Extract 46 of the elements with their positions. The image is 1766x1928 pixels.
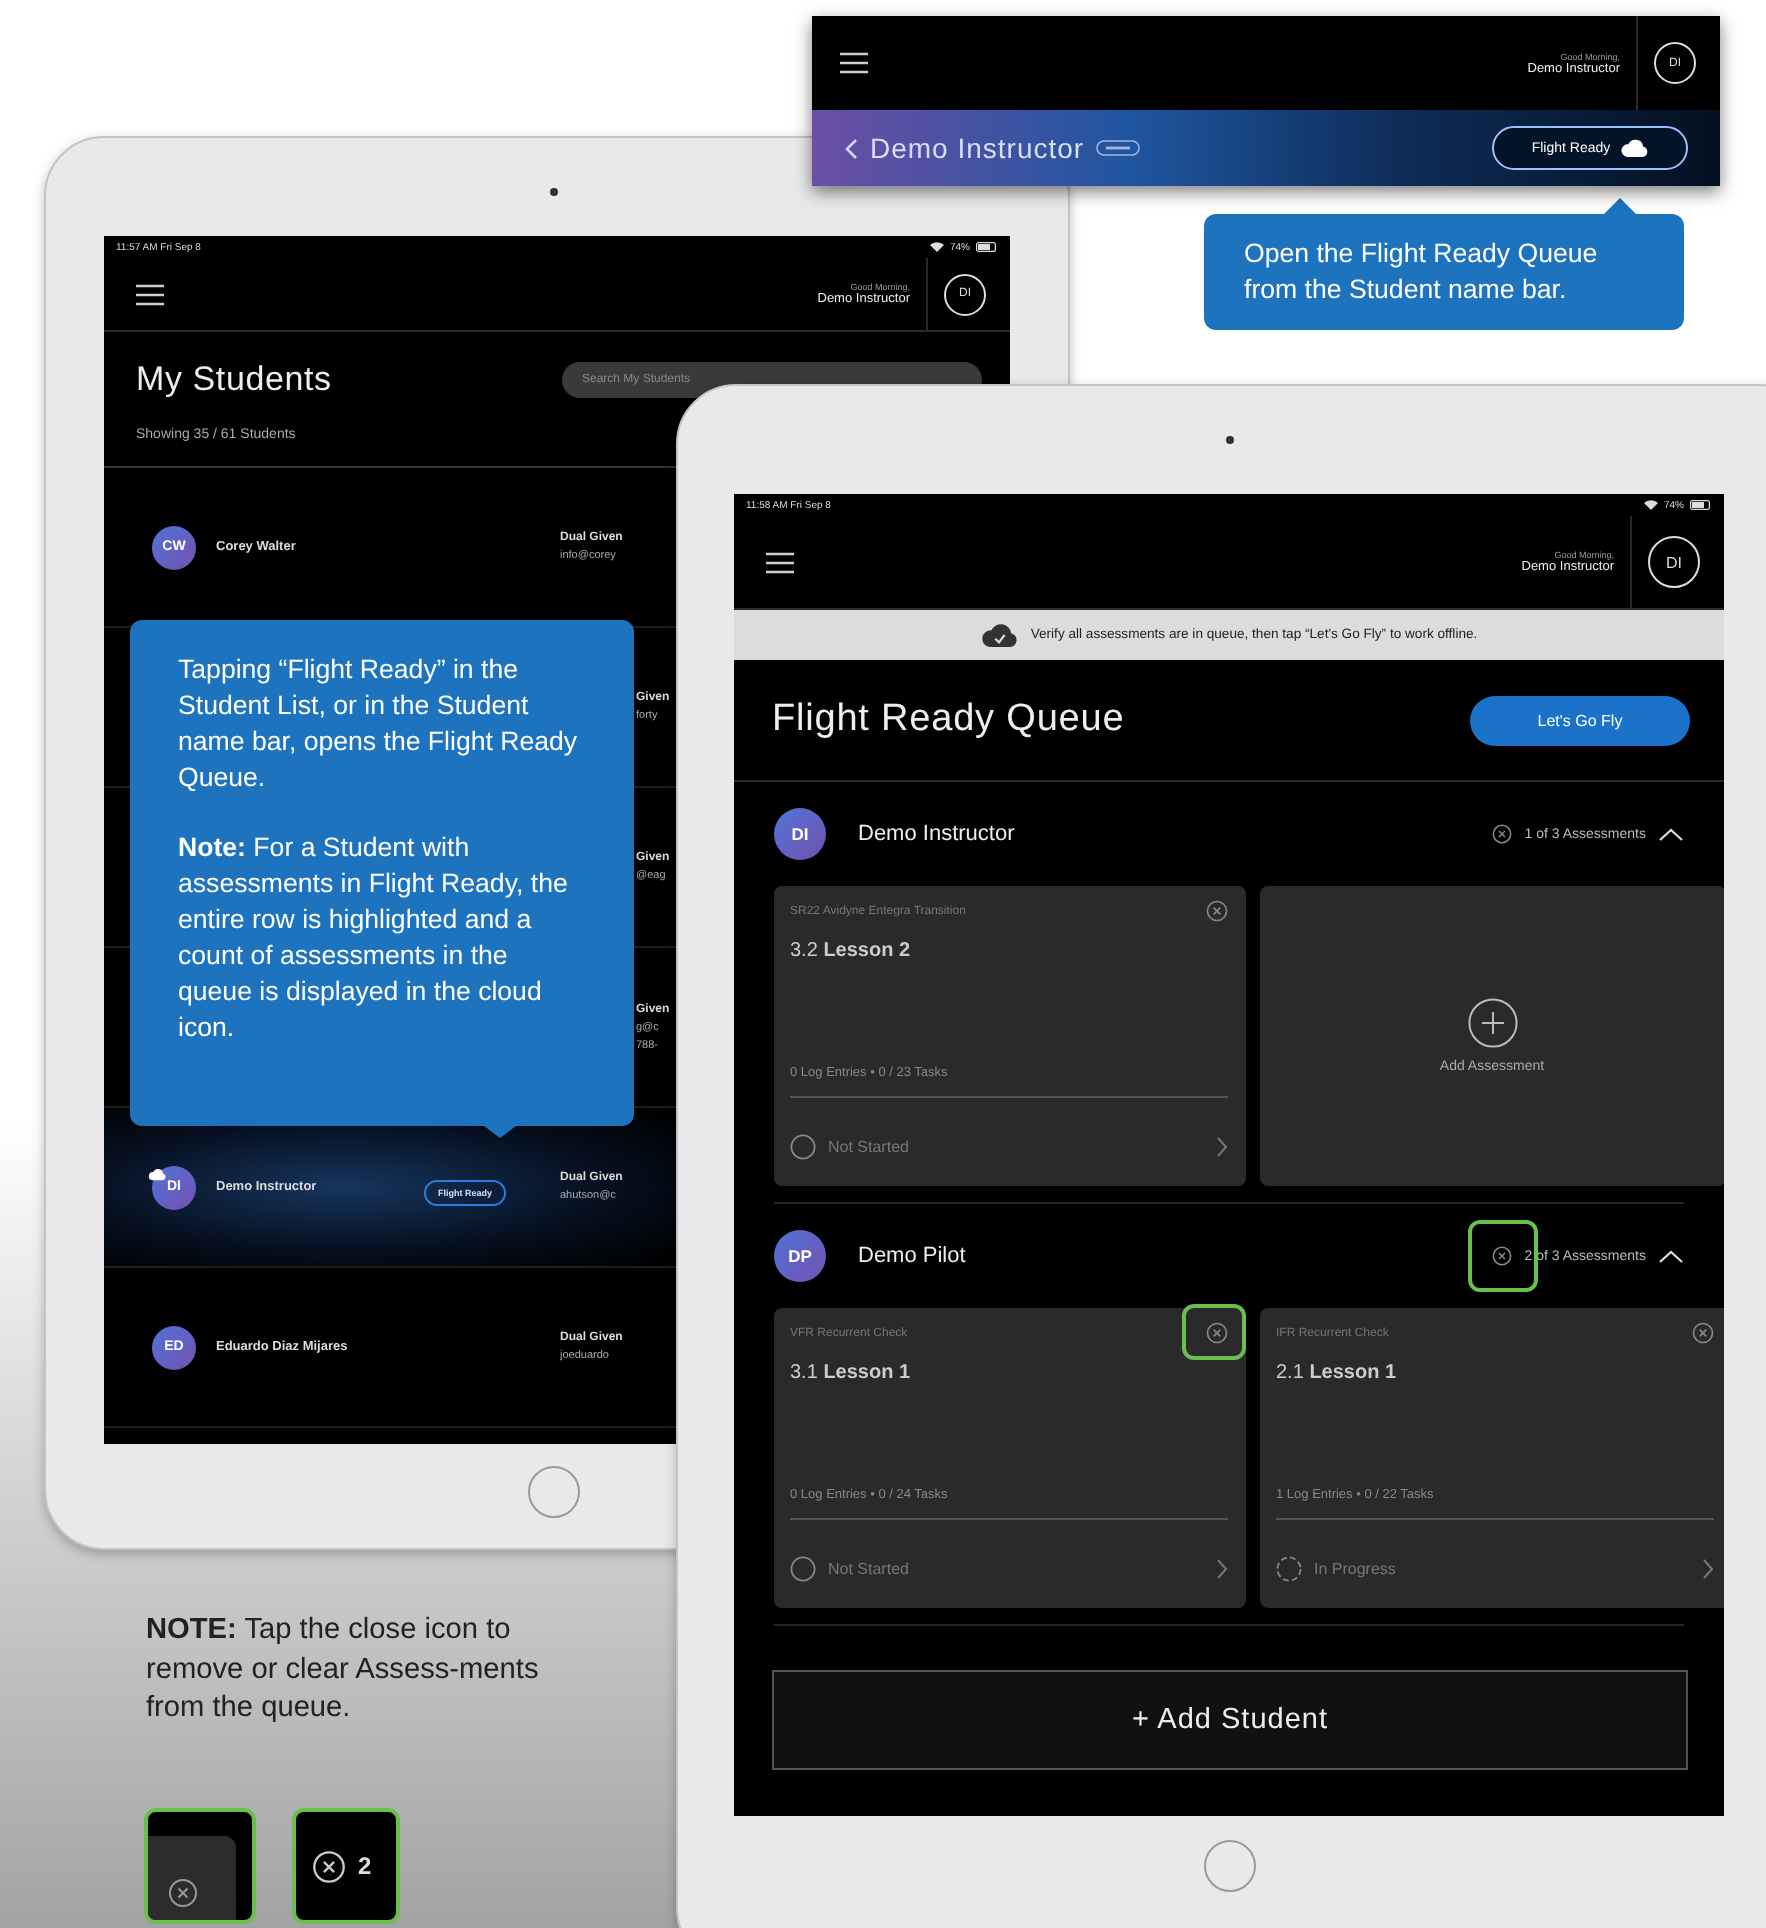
student-avatar: DP: [774, 1230, 826, 1282]
back-chevron-icon[interactable]: [844, 137, 858, 159]
close-icon: [312, 1849, 346, 1883]
cloud-icon: [1620, 138, 1649, 158]
student-name: Demo Instructor: [870, 132, 1085, 164]
callout-note: Note: For a Student with assessments in Flight Ready, the entire row is highlighted and a count of assessments in the queue is displayed in the cloud icon.: [178, 830, 570, 1046]
student-name: Demo Pilot: [858, 1244, 966, 1268]
add-student-button[interactable]: + Add Student: [772, 1670, 1688, 1770]
chevron-right-icon[interactable]: [1216, 1558, 1228, 1580]
close-icon-preview: 2: [292, 1808, 400, 1924]
page-title: Flight Ready Queue: [772, 698, 1125, 742]
close-icon[interactable]: [1206, 1322, 1228, 1344]
menu-icon[interactable]: [136, 283, 164, 305]
battery-icon: [976, 242, 998, 252]
lesson-title: 3.2 Lesson 2: [790, 940, 913, 962]
status-text: In Progress: [1314, 1560, 1396, 1578]
close-icon: [168, 1878, 198, 1908]
chevron-up-icon[interactable]: [1658, 827, 1684, 841]
lets-go-fly-button[interactable]: Let's Go Fly: [1470, 695, 1690, 745]
close-icon[interactable]: [1492, 824, 1513, 844]
status-text: Not Started: [828, 1138, 909, 1156]
cloud-icon: [148, 1168, 166, 1181]
student-avatar: DI: [774, 808, 826, 860]
battery-icon: [1690, 500, 1712, 510]
chevron-up-icon[interactable]: [1658, 1249, 1684, 1263]
wifi-icon: [1643, 500, 1658, 510]
callout-text: Tapping “Flight Ready” in the Student List, or in the Student name bar, opens the Flight Ready Queue.: [178, 652, 580, 796]
close-icon[interactable]: [1692, 1322, 1714, 1344]
note-text: NOTE: Tap the close icon to remove or clear Assess-ments from the queue.: [146, 1612, 541, 1729]
page-title: My Students: [136, 360, 332, 400]
callout-text: Open the Flight Ready Queue from the Student name bar.: [1244, 236, 1600, 308]
profile-avatar[interactable]: DI: [1648, 536, 1700, 588]
menu-icon[interactable]: [766, 551, 794, 573]
tag-icon: [1096, 140, 1141, 156]
lesson-title: 2.1 Lesson 1: [1276, 1362, 1399, 1384]
wifi-icon: [929, 242, 944, 252]
student-name: Demo Instructor: [858, 822, 1015, 846]
lesson-title: 3.1 Lesson 1: [790, 1362, 913, 1384]
cloud-check-icon: [980, 622, 1019, 648]
chevron-right-icon[interactable]: [1216, 1136, 1228, 1158]
plus-icon: [1467, 998, 1517, 1048]
close-icon[interactable]: [1206, 900, 1228, 922]
close-icon[interactable]: [1492, 1246, 1513, 1266]
menu-icon[interactable]: [840, 52, 868, 74]
chevron-right-icon[interactable]: [1702, 1558, 1714, 1580]
status-text: Not Started: [828, 1560, 909, 1578]
